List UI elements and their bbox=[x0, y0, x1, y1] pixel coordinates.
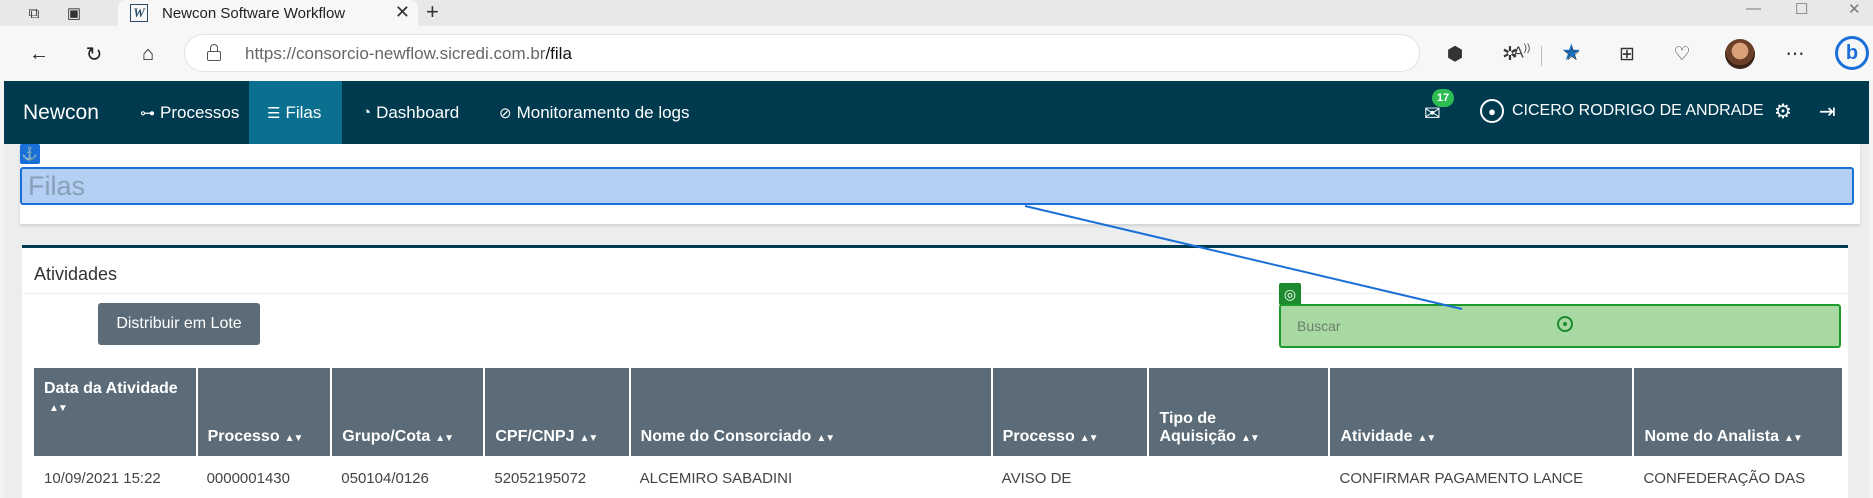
user-menu[interactable]: ● CICERO RODRIGO DE ANDRADE bbox=[1480, 99, 1764, 123]
user-name: CICERO RODRIGO DE ANDRADE bbox=[1512, 102, 1764, 119]
nav-filas[interactable]: ☰ Filas bbox=[249, 81, 342, 144]
app-navbar: Newcon ⊶ Processos ☰ Filas ◔ Dashboard ⊘… bbox=[4, 81, 1869, 144]
target-icon: ◎ bbox=[1279, 283, 1301, 305]
col-header[interactable]: Nome do Analista ▲▼ bbox=[1633, 368, 1844, 456]
lock-icon bbox=[207, 44, 221, 62]
maximize-icon[interactable]: ☐ bbox=[1795, 0, 1808, 18]
close-tab-icon[interactable]: ✕ bbox=[395, 2, 410, 23]
new-tab-button[interactable]: + bbox=[426, 0, 439, 24]
back-icon[interactable]: ← bbox=[24, 39, 54, 69]
col-header-label: Processo bbox=[1002, 428, 1075, 445]
sort-icon[interactable]: ▲▼ bbox=[1418, 433, 1437, 444]
health-icon[interactable]: ♡ bbox=[1667, 39, 1697, 69]
notification-badge: 17 bbox=[1432, 89, 1454, 107]
table-cell: 0000001430 bbox=[206, 470, 290, 487]
nav-label: Dashboard bbox=[376, 102, 460, 122]
table-cell: CONFIRMAR PAGAMENTO LANCE bbox=[1339, 470, 1584, 487]
tab-title: Newcon Software Workflow bbox=[162, 4, 346, 22]
favicon-icon: W bbox=[130, 4, 148, 22]
sort-icon[interactable]: ▲▼ bbox=[816, 433, 835, 444]
table-cell: ALCEMIRO SABADINI bbox=[639, 470, 793, 487]
refresh-icon[interactable]: ↻ bbox=[79, 39, 109, 69]
sitemap-icon: ⊶ bbox=[140, 104, 155, 122]
compass-icon: ⊘ bbox=[499, 104, 512, 122]
sort-icon[interactable]: ▲▼ bbox=[49, 403, 68, 414]
col-header[interactable]: Grupo/Cota ▲▼ bbox=[331, 368, 486, 456]
sort-icon[interactable]: ▲▼ bbox=[1080, 433, 1099, 444]
workspaces-icon[interactable]: ⧉ bbox=[22, 2, 46, 24]
table-cell: 10/09/2021 15:22 bbox=[44, 470, 161, 487]
col-header[interactable]: CPF/CNPJ ▲▼ bbox=[484, 368, 631, 456]
minimize-icon[interactable]: — bbox=[1746, 0, 1761, 17]
search-highlight bbox=[1279, 304, 1841, 348]
toolbar-divider bbox=[1541, 46, 1542, 66]
collections-icon[interactable]: ⊞ bbox=[1612, 39, 1642, 69]
nav-dashboard[interactable]: ◔ Dashboard bbox=[354, 81, 467, 144]
logout-icon[interactable]: ⇥ bbox=[1819, 99, 1836, 124]
activities-panel: Atividades Distribuir em Lote ◎ Data da … bbox=[22, 245, 1848, 498]
col-header[interactable]: Nome do Consorciado ▲▼ bbox=[629, 368, 993, 456]
bing-icon[interactable]: b bbox=[1835, 36, 1869, 70]
table-cell: AVISO DE bbox=[1001, 470, 1072, 487]
url-field[interactable]: https://consorcio-newflow.sicredi.com.br… bbox=[184, 34, 1582, 72]
more-menu-icon[interactable]: ⋯ bbox=[1780, 39, 1810, 69]
gear-icon[interactable]: ⚙ bbox=[1774, 99, 1792, 124]
puzzle-icon[interactable]: ✲ bbox=[1495, 39, 1525, 69]
col-header[interactable]: Processo ▲▼ bbox=[991, 368, 1150, 456]
crosshair-icon bbox=[1557, 316, 1573, 332]
favorites-icon[interactable]: ☆ bbox=[1557, 39, 1587, 69]
nav-monitoramento[interactable]: ⊘ Monitoramento de logs bbox=[491, 81, 698, 144]
col-header-label: Grupo/Cota bbox=[342, 428, 431, 445]
home-icon[interactable]: ⌂ bbox=[133, 39, 163, 69]
page-content: ⚓ Filas Atividades Distribuir em Lote ◎ … bbox=[4, 144, 1869, 498]
extension-icon[interactable]: ⬢ bbox=[1440, 39, 1470, 69]
browser-tab-strip: ⧉ ▣ W Newcon Software Workflow ✕ + — ☐ ✕ bbox=[0, 0, 1873, 26]
brand-logo[interactable]: Newcon bbox=[23, 101, 99, 125]
tab-actions-icon[interactable]: ▣ bbox=[62, 2, 86, 24]
sort-icon[interactable]: ▲▼ bbox=[580, 433, 599, 444]
col-header-label: Tipo de Aquisição bbox=[1159, 410, 1236, 445]
col-header-label: Data da Atividade bbox=[44, 380, 178, 397]
sort-icon[interactable]: ▲▼ bbox=[1784, 433, 1803, 444]
sort-icon[interactable]: ▲▼ bbox=[1241, 433, 1260, 444]
divider bbox=[22, 293, 1848, 294]
col-header[interactable]: Data da Atividade ▲▼ bbox=[34, 368, 198, 456]
table-cell: 52052195072 bbox=[494, 470, 587, 487]
sort-icon[interactable]: ▲▼ bbox=[285, 433, 304, 444]
table-cell: CONFEDERAÇÃO DAS bbox=[1643, 470, 1806, 487]
sort-icon[interactable]: ▲▼ bbox=[435, 433, 454, 444]
nav-label: Filas bbox=[285, 102, 322, 122]
browser-tab[interactable]: W Newcon Software Workflow ✕ bbox=[118, 0, 418, 26]
col-header-label: Processo bbox=[207, 428, 280, 445]
user-icon: ● bbox=[1480, 99, 1504, 123]
section-title: Atividades bbox=[34, 264, 118, 284]
dashboard-icon: ◔ bbox=[362, 104, 372, 121]
close-window-icon[interactable]: ✕ bbox=[1848, 0, 1861, 18]
activities-table: Data da Atividade ▲▼ Processo ▲▼ Grupo/Cot… bbox=[34, 368, 1844, 498]
table-cell: 050104/0126 bbox=[341, 470, 429, 487]
table-cell bbox=[1148, 456, 1329, 498]
nav-label: Processos bbox=[160, 102, 240, 122]
col-header[interactable]: Tipo de Aquisição ▲▼ bbox=[1148, 368, 1331, 456]
title-panel: ⚓ Filas bbox=[20, 144, 1860, 224]
col-header[interactable]: Atividade ▲▼ bbox=[1329, 368, 1635, 456]
col-header-label: Atividade bbox=[1340, 428, 1413, 445]
distribute-batch-button[interactable]: Distribuir em Lote bbox=[98, 303, 260, 345]
table-header-row: Data da Atividade ▲▼ Processo ▲▼ Grupo/Cot… bbox=[34, 368, 1844, 456]
page-title-highlight: Filas bbox=[20, 167, 1854, 205]
url-text[interactable]: https://consorcio-newflow.sicredi.com.br… bbox=[245, 44, 572, 64]
profile-avatar[interactable] bbox=[1725, 39, 1755, 69]
col-header-label: Nome do Analista bbox=[1644, 428, 1779, 445]
address-bar-row: ← ↻ ⌂ https://consorcio-newflow.sicredi.… bbox=[0, 26, 1873, 81]
col-header-label: CPF/CNPJ bbox=[495, 428, 575, 445]
table-row[interactable]: 10/09/2021 15:22 0000001430 050104/0126 … bbox=[34, 456, 1843, 498]
page-title: Filas bbox=[28, 171, 86, 201]
nav-processos[interactable]: ⊶ Processos bbox=[132, 81, 247, 144]
col-header-label: Nome do Consorciado bbox=[640, 428, 812, 445]
col-header[interactable]: Processo ▲▼ bbox=[196, 368, 333, 456]
anchor-icon: ⚓ bbox=[20, 144, 40, 164]
nav-label: Monitoramento de logs bbox=[516, 102, 690, 122]
list-icon: ☰ bbox=[267, 104, 281, 122]
